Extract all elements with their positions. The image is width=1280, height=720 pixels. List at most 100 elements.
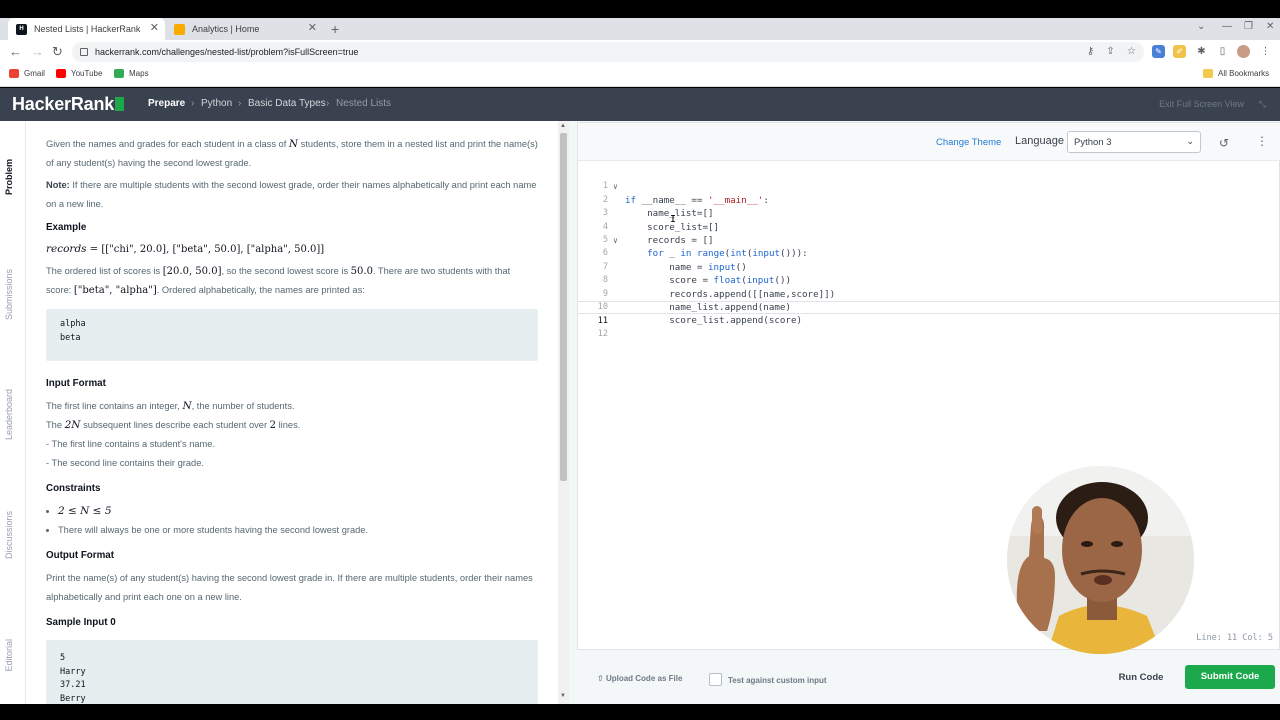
avatar[interactable] [1237,45,1250,58]
rail-tab-editorial[interactable]: Editorial [4,639,14,672]
submit-code-button[interactable]: Submit Code [1185,665,1275,689]
bookmark-maps[interactable]: Maps [114,69,149,78]
analytics-favicon-icon [174,23,185,35]
chevron-down-icon[interactable]: ⌄ [1197,18,1205,40]
run-code-button[interactable]: Run Code [1108,667,1174,689]
code-line: 8 records.append([[name,score]]) [602,275,836,300]
letterbox-bottom [0,704,1280,720]
tab-label: Analytics | Home [192,24,260,34]
bookmark-youtube[interactable]: YouTube [56,69,102,78]
tab-nested-lists[interactable]: H Nested Lists | HackerRank ✕ [8,18,165,40]
minimize-icon[interactable]: — [1222,18,1232,40]
code-line: 2 name_list=[] [602,194,714,220]
youtube-icon [56,69,66,78]
code-line: 10 score_list.append(score) [597,302,803,327]
rail-tab-submissions[interactable]: Submissions [4,269,14,320]
code-line: 4 records = [] [602,221,714,246]
logo-text: HackerRank [12,94,115,114]
code-line: 37.21 [60,680,86,690]
window-close-icon[interactable]: ✕ [1266,18,1274,40]
gmail-icon [9,69,19,78]
list-item: 2 ≤ N ≤ 5 [58,502,538,521]
change-theme-link[interactable]: Change Theme [936,137,1001,148]
breadcrumb-prepare[interactable]: Prepare [148,98,185,109]
language-label: Language [1015,135,1064,147]
upload-code-button[interactable]: ⇧ Upload Code as File [597,674,682,683]
problem-statement: Given the names and grades for each stud… [26,121,558,704]
code-line: 6 name = input() [602,248,747,273]
code-line: 12 [597,328,608,339]
rail-tab-problem[interactable]: Problem [4,159,14,195]
input-line: The 2N subsequent lines describe each st… [46,419,301,431]
close-icon[interactable]: ✕ [308,21,317,34]
share-icon[interactable]: ⇪ [1104,45,1117,58]
more-vertical-icon[interactable]: ⋮ [1259,45,1272,58]
hackerrank-header: HackerRank Prepare › Python › Basic Data… [0,88,1280,121]
scroll-up-arrow-icon[interactable]: ▲ [560,123,566,129]
maps-icon [114,69,124,78]
presenter-image [1007,466,1194,654]
example-records: records = [["chi", 20.0], ["beta", 50.0]… [46,243,325,255]
history-icon[interactable]: ↺ [1219,136,1229,150]
mouse-cursor-icon: I [670,214,677,225]
heading-output-format: Output Format [46,550,115,561]
bookmark-gmail[interactable]: Gmail [9,69,45,78]
code-line: 9 name_list.append(name) [602,288,791,313]
screen: H Nested Lists | HackerRank ✕ Analytics … [0,0,1280,720]
logo-block-icon [115,97,125,111]
star-icon[interactable]: ☆ [1125,45,1138,58]
problem-intro: Given the names and grades for each stud… [46,138,538,168]
tab-analytics[interactable]: Analytics | Home ✕ [166,18,323,40]
address-bar[interactable]: hackerrank.com/challenges/nested-list/pr… [72,42,1144,62]
side-panel-icon[interactable]: ▯ [1216,45,1229,58]
exit-full-screen-link[interactable]: Exit Full Screen View [1159,99,1244,109]
forward-arrow-icon[interactable]: → [31,43,44,61]
collapse-icon[interactable]: ⤡ [1259,99,1266,110]
pane-splitter-handle[interactable] [569,121,576,704]
heading-sample-input: Sample Input 0 [46,617,116,628]
key-icon[interactable]: ⚷ [1084,45,1097,58]
custom-input-label[interactable]: Test against custom input [728,676,827,685]
bookmark-label: All Bookmarks [1218,69,1270,78]
puzzle-icon[interactable]: ✱ [1195,45,1208,58]
code-line: 3 score_list=[] [602,208,720,233]
code-line: Harry [60,666,86,677]
problem-scrollbar-thumb[interactable] [560,133,567,481]
code-line-current: 11 [578,301,1280,326]
restore-icon[interactable]: ❐ [1244,18,1253,40]
breadcrumb-basic-data-types[interactable]: Basic Data Types [248,98,326,109]
rail-tab-leaderboard[interactable]: Leaderboard [4,389,14,440]
close-icon[interactable]: ✕ [150,21,159,34]
more-vertical-icon[interactable]: ⋮ [1256,134,1268,148]
constraints-list: 2 ≤ N ≤ 5 There will always be one or mo… [58,502,538,540]
all-bookmarks[interactable]: All Bookmarks [1203,69,1269,78]
example-explanation: The ordered list of scores is [20.0, 50.… [46,266,511,296]
hackerrank-favicon-icon: H [16,23,27,35]
editor-toolbar: Change Theme Language Python 3 ⌄ ↺ ⋮ [578,123,1280,161]
reload-icon[interactable]: ↻ [52,43,63,61]
code-line: 1 ∨ if __name__ == '__main__': [602,181,769,206]
code-line: 7 score = float(input()) [602,261,792,287]
lock-icon [80,48,88,56]
code-line: Berry [60,693,86,704]
sample-input-block: 5 Harry 37.21 Berry [46,640,538,704]
upload-label: Upload Code as File [605,674,683,683]
rail-tab-discussions[interactable]: Discussions [4,511,14,559]
code-line: alpha [60,319,86,329]
extension-icon[interactable]: ✎ [1152,45,1165,58]
input-line: - The second line contains their grade. [46,458,204,468]
browser-toolbar: ← → ↻ hackerrank.com/challenges/nested-l… [0,40,1280,64]
input-line: - The first line contains a student's na… [46,439,216,449]
extension-icon[interactable]: ✐ [1173,45,1186,58]
bookmark-label: Gmail [24,69,45,78]
chevron-right-icon: › [238,98,242,109]
heading-constraints: Constraints [46,483,101,494]
hackerrank-logo[interactable]: HackerRank [12,94,125,115]
breadcrumb-python[interactable]: Python [201,98,232,109]
new-tab-plus-icon[interactable]: + [331,18,339,40]
url-text: hackerrank.com/challenges/nested-list/pr… [95,47,359,57]
back-arrow-icon[interactable]: ← [9,43,22,61]
language-select[interactable]: Python 3 ⌄ [1067,131,1201,153]
custom-input-checkbox[interactable] [709,673,722,686]
scroll-down-arrow-icon[interactable]: ▼ [560,693,566,699]
